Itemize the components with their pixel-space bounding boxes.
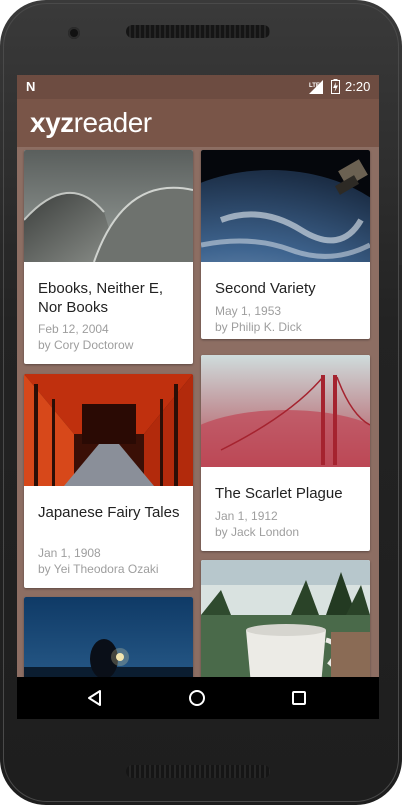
architecture-dome-photo — [24, 150, 193, 262]
recents-button[interactable] — [269, 677, 329, 719]
article-date: Jan 1, 1908 — [38, 546, 101, 560]
bottom-speaker — [126, 765, 270, 778]
back-button[interactable] — [65, 677, 125, 719]
navigation-bar — [17, 677, 379, 719]
article-author: by Cory Doctorow — [38, 338, 134, 352]
svg-text:LTE: LTE — [309, 83, 320, 89]
torii-gates-photo — [24, 374, 193, 486]
red-bridge-fog-photo — [201, 355, 370, 467]
article-card[interactable]: Ebooks, Neither E, Nor Books Feb 12, 200… — [24, 150, 193, 364]
article-card[interactable] — [201, 560, 370, 690]
device-screen: N LTE 2:20 xyzreader Ebooks, Neither E, … — [17, 75, 379, 719]
mug-lake-photo — [201, 560, 370, 690]
top-speaker — [126, 25, 270, 38]
status-bar: N LTE 2:20 — [17, 75, 379, 99]
signal-icon: LTE — [309, 80, 323, 94]
article-date: Jan 1, 1912 — [215, 509, 278, 523]
logo-light-text: reader — [73, 107, 152, 138]
article-card[interactable]: The Scarlet Plague Jan 1, 1912 by Jack L… — [201, 355, 370, 551]
phone-frame: N LTE 2:20 xyzreader Ebooks, Neither E, … — [0, 0, 402, 805]
home-button[interactable] — [167, 677, 227, 719]
article-title: Japanese Fairy Tales — [38, 504, 180, 521]
battery-icon — [331, 79, 340, 94]
article-date: Feb 12, 2004 — [38, 322, 109, 336]
article-title: Ebooks, Neither E, Nor Books — [38, 280, 164, 316]
article-card[interactable]: Japanese Fairy Tales Jan 1, 1908 by Yei … — [24, 374, 193, 588]
recents-icon — [292, 691, 306, 705]
app-toolbar: xyzreader — [17, 99, 379, 147]
front-camera — [68, 27, 80, 39]
app-logo: xyzreader — [30, 103, 152, 143]
article-author: by Jack London — [215, 525, 300, 539]
article-author: by Philip K. Dick — [215, 320, 302, 334]
article-title: Second Variety — [215, 280, 316, 297]
earth-from-space-photo — [201, 150, 370, 262]
article-author: by Yei Theodora Ozaki — [38, 562, 159, 576]
article-card[interactable]: Second Variety May 1, 1953 by Philip K. … — [201, 150, 370, 339]
article-date: May 1, 1953 — [215, 304, 282, 318]
back-icon — [88, 690, 101, 706]
home-icon — [189, 690, 205, 706]
status-time: 2:20 — [345, 79, 371, 94]
notification-icon: N — [26, 79, 36, 94]
article-title: The Scarlet Plague — [215, 485, 343, 502]
article-grid: Ebooks, Neither E, Nor Books Feb 12, 200… — [17, 147, 379, 697]
logo-bold-text: xyz — [30, 107, 74, 138]
